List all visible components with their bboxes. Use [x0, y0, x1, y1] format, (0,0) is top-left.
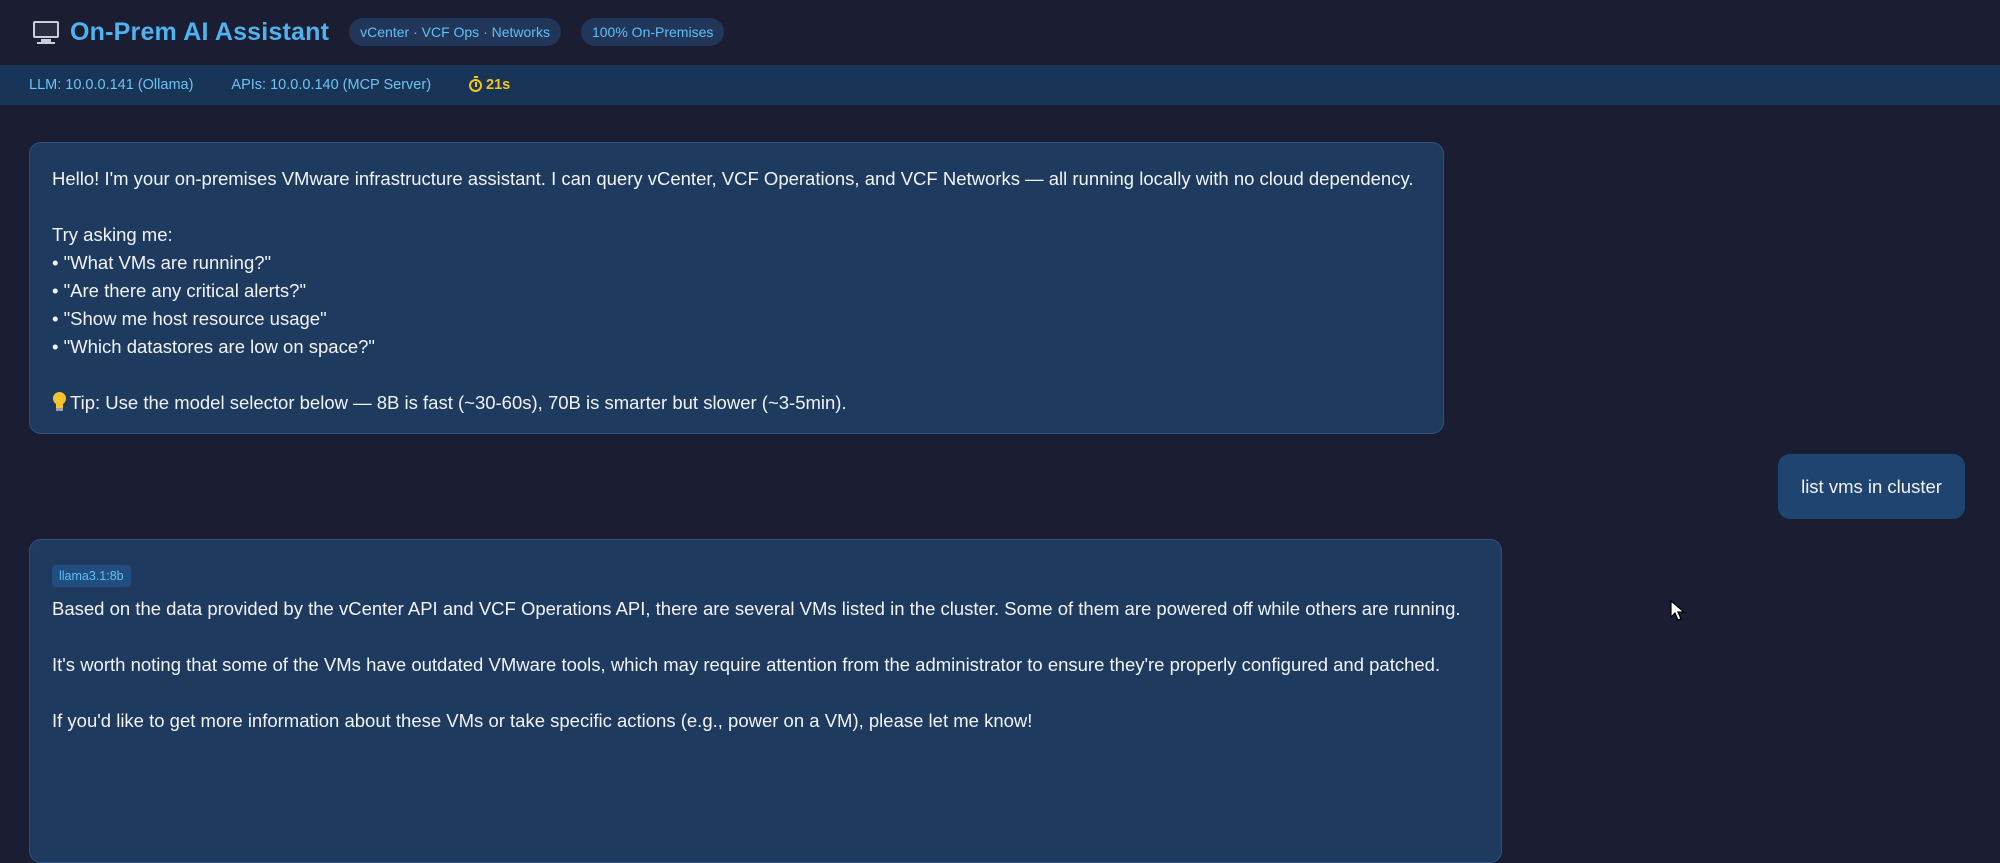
suggestion-item: • "Are there any critical alerts?" — [52, 280, 307, 301]
app-title: On-Prem AI Assistant — [70, 17, 330, 46]
user-message: list vms in cluster — [1778, 454, 1965, 519]
lightbulb-icon — [52, 392, 66, 412]
reply-paragraph: It's worth noting that some of the VMs h… — [52, 654, 1441, 675]
suggestion-item: • "What VMs are running?" — [52, 252, 272, 273]
user-message-text: list vms in cluster — [1801, 475, 1942, 497]
tip-line: Tip: Use the model selector below — 8B i… — [52, 389, 1421, 417]
api-endpoint: APIs: 10.0.0.140 (MCP Server) — [231, 77, 432, 93]
suggestion-item: • "Show me host resource usage" — [52, 308, 327, 329]
on-premises-badge: 100% On-Premises — [580, 18, 725, 46]
chat-area[interactable]: Hello! I'm your on-premises VMware infra… — [0, 106, 2000, 863]
tip-text: Tip: Use the model selector below — 8B i… — [70, 392, 847, 413]
llm-endpoint: LLM: 10.0.0.141 (Ollama) — [29, 77, 194, 93]
timer-value: 21s — [486, 77, 511, 93]
response-timer: 21s — [469, 75, 511, 93]
assistant-message-welcome: Hello! I'm your on-premises VMware infra… — [29, 142, 1444, 434]
stopwatch-icon — [469, 75, 483, 92]
reply-paragraph: If you'd like to get more information ab… — [52, 710, 1033, 731]
assistant-message-reply: llama3.1:8b Based on the data provided b… — [29, 539, 1502, 863]
try-heading: Try asking me: — [52, 224, 173, 245]
status-bar: LLM: 10.0.0.141 (Ollama) APIs: 10.0.0.14… — [0, 65, 2000, 105]
reply-paragraph: Based on the data provided by the vCente… — [52, 598, 1461, 619]
suggestion-item: • "Which datastores are low on space?" — [52, 336, 375, 357]
app-header: On-Prem AI Assistant vCenter · VCF Ops ·… — [0, 0, 2000, 64]
services-badge: vCenter · VCF Ops · Networks — [349, 18, 561, 46]
mouse-cursor-icon — [1670, 600, 1686, 621]
welcome-intro: Hello! I'm your on-premises VMware infra… — [52, 168, 1414, 189]
model-badge: llama3.1:8b — [52, 565, 131, 587]
monitor-icon — [32, 19, 60, 45]
